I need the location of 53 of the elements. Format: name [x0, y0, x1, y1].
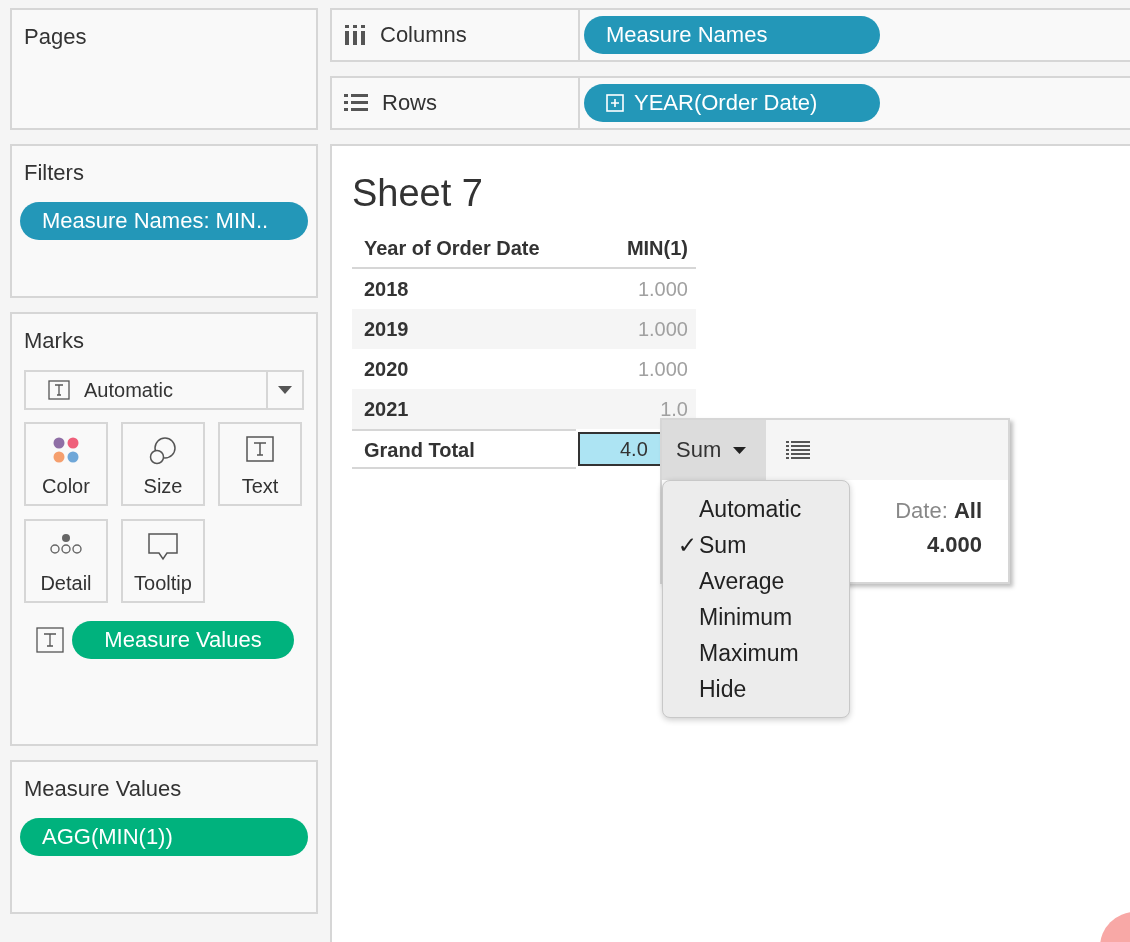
menu-item-label: Automatic	[699, 495, 802, 523]
shelf-label: Rows	[382, 90, 437, 116]
card-title: Marks	[24, 328, 84, 354]
menu-item-label: Hide	[699, 675, 747, 703]
card-title: Measure Values	[24, 776, 182, 802]
row-header: 2021	[363, 397, 410, 421]
menu-item-label: Average	[699, 567, 785, 595]
columns-icon	[344, 25, 366, 45]
menu-item[interactable]: ✓Sum	[663, 527, 849, 563]
shelf-label: Columns	[380, 22, 467, 48]
table-cell-text: 1.000	[636, 357, 689, 381]
marks-button[interactable]: Tooltip	[121, 519, 205, 603]
marks-button[interactable]: Detail	[24, 519, 108, 603]
table-cell-text: 1.000	[636, 277, 689, 301]
caret-icon	[733, 446, 747, 454]
table-icon[interactable]	[786, 441, 810, 459]
dots-icon	[50, 533, 82, 555]
tooltip-text: Date: All	[895, 498, 982, 524]
circles-icon	[148, 436, 178, 466]
row-header: 2018	[363, 277, 410, 301]
menu-item[interactable]: Automatic	[663, 491, 849, 527]
column-header: MIN(1)	[625, 236, 689, 260]
menu-item-label: Maximum	[699, 639, 799, 667]
speech-bubble-icon	[148, 533, 178, 561]
checkmark: ✓	[677, 531, 697, 560]
menu-item[interactable]: Average	[663, 563, 849, 599]
card-title: Filters	[24, 160, 84, 186]
table-cell-text: 1.0	[659, 397, 689, 421]
aggregation-dropdown[interactable]: Sum	[662, 420, 766, 480]
sheet-title: Sheet 7	[352, 172, 484, 215]
marks-button[interactable]: Text	[218, 422, 302, 506]
tooltip-value: 4.000	[926, 532, 982, 558]
menu-item[interactable]: Maximum	[663, 635, 849, 671]
row-header: Grand Total	[352, 429, 576, 469]
plus-box-icon	[606, 94, 624, 112]
menu-item-label: Sum	[699, 531, 747, 559]
marks-button[interactable]: Size	[121, 422, 205, 506]
menu-item[interactable]: Minimum	[663, 599, 849, 635]
mark-type-dropdown[interactable]: Automatic	[24, 370, 304, 410]
row-header: 2020	[363, 357, 410, 381]
row-header: 2019	[363, 317, 410, 341]
marks-button[interactable]: Color	[24, 422, 108, 506]
text-mark-icon	[36, 627, 64, 653]
caret-icon	[278, 386, 292, 394]
text-mark-icon	[246, 436, 274, 462]
menu-item[interactable]: Hide	[663, 671, 849, 707]
menu-item-label: Minimum	[699, 603, 793, 631]
dots-icon	[52, 436, 80, 464]
list-icon	[344, 94, 368, 112]
table-cell-text: 1.000	[636, 317, 689, 341]
text-mark-icon	[48, 380, 70, 400]
card-title: Pages	[24, 24, 87, 50]
column-header: Year of Order Date	[363, 236, 541, 260]
